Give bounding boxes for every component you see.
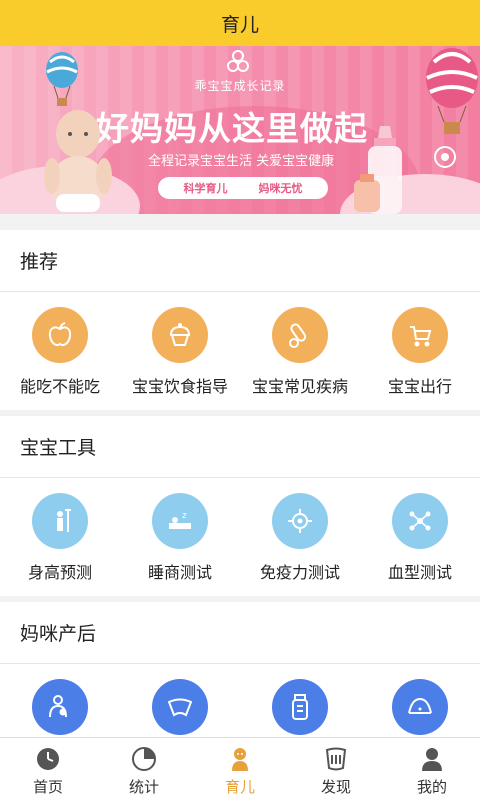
postpartum-icon [392,679,448,735]
banner-small-title: 乖宝宝成长记录 [194,79,286,93]
grid-item-label: 免疫力测试 [259,563,340,582]
grid-item-bottle[interactable] [240,664,360,735]
discover-icon [325,747,347,771]
banner-chips: 科学育儿 妈咪无忧 [158,177,328,199]
section-title: 推荐 [0,230,480,292]
baby-illustration [44,110,112,212]
grid-item-postpartum[interactable] [360,664,480,735]
grid-item-food-allowed[interactable]: 能吃不能吃 [0,292,120,397]
grid-item-height-prediction[interactable]: 身高预测 [0,478,120,583]
tab-label: 育儿 [224,778,255,796]
tab-label: 我的 [416,778,447,796]
grid-item-diet-guide[interactable]: 宝宝饮食指导 [120,292,240,397]
tab-mine[interactable]: 我的 [384,738,480,800]
tab-label: 发现 [320,778,351,796]
grid-item-label: 睡商测试 [147,563,212,582]
tab-discover[interactable]: 发现 [288,738,384,800]
molecule-icon [392,493,448,549]
section-title: 宝宝工具 [0,416,480,478]
postpartum-grid [0,664,480,735]
grid-item-pelvis[interactable] [120,664,240,735]
pacifier-icon [434,146,456,168]
baby-bottle-illustration [354,174,380,212]
section-baby-tools: 宝宝工具 身高预测 z 睡商测试 免疫力测试 血型测试 [0,416,480,596]
tools-grid: 身高预测 z 睡商测试 免疫力测试 血型测试 [0,478,480,583]
grid-item-label: 血型测试 [387,563,452,582]
tab-label: 首页 [32,778,63,796]
clock-icon [37,748,59,770]
tab-home[interactable]: 首页 [0,738,96,800]
promo-banner[interactable]: 乖宝宝成长记录 好妈妈从这里做起 全程记录宝宝生活 关爱宝宝健康 科学育儿 妈咪… [0,46,480,214]
grid-item-mother-baby[interactable] [0,664,120,735]
banner-chip: 科学育儿 [183,182,228,195]
grid-item-label: 宝宝出行 [387,377,452,396]
tab-statistics[interactable]: 统计 [96,738,192,800]
pie-chart-icon [132,747,156,771]
grid-item-sleep-test[interactable]: z 睡商测试 [120,478,240,583]
grid-item-common-diseases[interactable]: 宝宝常见疾病 [240,292,360,397]
cupcake-icon [152,307,208,363]
mother-baby-icon [32,679,88,735]
recommend-grid: 能吃不能吃 宝宝饮食指导 宝宝常见疾病 宝宝出行 [0,292,480,397]
top-bar: 育儿 [0,0,480,46]
grid-item-blood-type-test[interactable]: 血型测试 [360,478,480,583]
section-title: 妈咪产后 [0,602,480,664]
tab-label: 统计 [128,778,159,796]
height-icon [32,493,88,549]
tab-parenting[interactable]: 育儿 [192,738,288,800]
virus-icon [272,493,328,549]
bottom-tab-bar: 首页 统计 育儿 发现 我的 [0,737,480,800]
banner-headline: 好妈妈从这里做起 [96,109,368,148]
apple-icon [32,307,88,363]
pelvis-icon [152,679,208,735]
user-icon [422,748,442,771]
baby-bottle-icon [272,679,328,735]
grid-item-baby-travel[interactable]: 宝宝出行 [360,292,480,397]
stroller-icon [392,307,448,363]
page-title: 育儿 [220,13,259,36]
sleep-icon: z [152,493,208,549]
svg-text:z: z [182,511,187,521]
section-recommend: 推荐 能吃不能吃 宝宝饮食指导 宝宝常见疾病 宝宝出行 [0,230,480,410]
banner-tagline: 全程记录宝宝生活 关爱宝宝健康 [148,154,335,169]
thermometer-icon [272,307,328,363]
grid-item-label: 身高预测 [27,563,92,582]
app-logo-icon [227,50,249,72]
banner-chip: 妈咪无忧 [258,182,303,195]
section-mom-postpartum: 妈咪产后 [0,602,480,737]
grid-item-label: 宝宝饮食指导 [131,377,228,396]
grid-item-immunity-test[interactable]: 免疫力测试 [240,478,360,583]
baby-icon [232,748,248,771]
grid-item-label: 宝宝常见疾病 [251,377,348,396]
grid-item-label: 能吃不能吃 [19,377,100,396]
